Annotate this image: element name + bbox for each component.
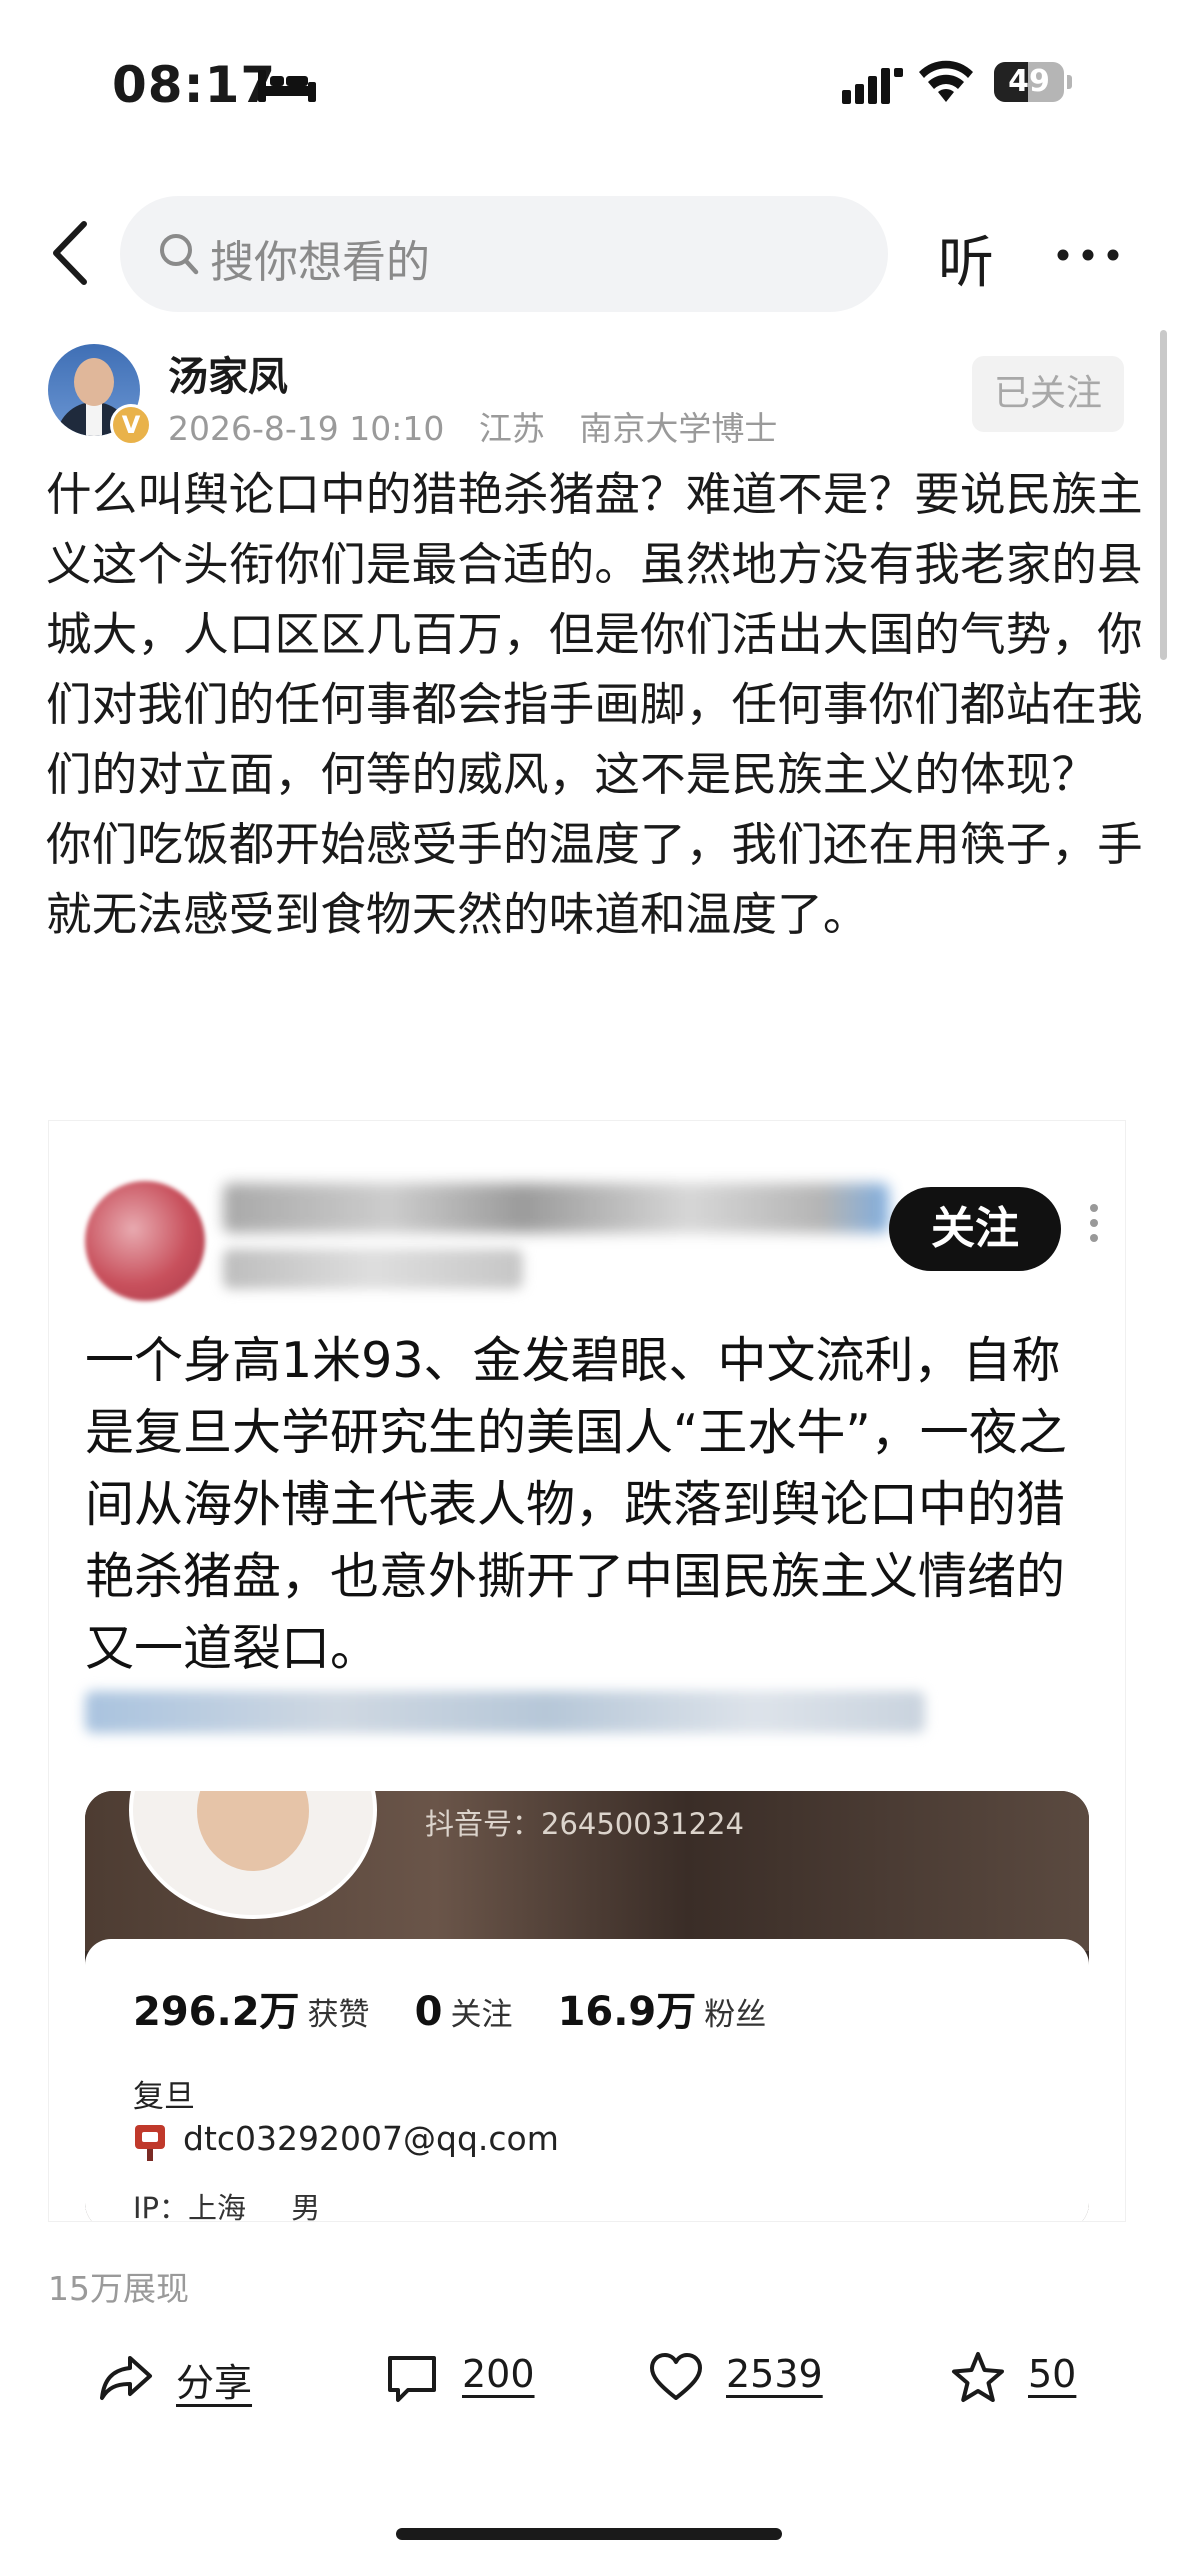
status-time: 08:17	[112, 56, 277, 114]
favorite-count: 50	[1028, 2352, 1077, 2396]
verified-badge: V	[110, 404, 152, 446]
likes-label: 获赞	[307, 1997, 370, 2033]
more-options-icon[interactable]	[1056, 248, 1120, 262]
following-count: 0	[414, 1989, 443, 2035]
battery-icon: 49	[994, 62, 1074, 102]
mailbox-icon	[135, 2125, 165, 2161]
likes-count: 296.2万	[133, 1989, 300, 2035]
embed-link-blurred	[85, 1691, 925, 1733]
post-paragraph: 你们吃饭都开始感受手的温度了，我们还在用筷子，手就无法感受到食物天然的味道和温度…	[46, 818, 1143, 941]
bed-icon	[258, 70, 316, 102]
embed-avatar-blurred	[85, 1181, 205, 1301]
search-input[interactable]: 搜你想看的	[120, 196, 888, 312]
impressions-count: 15万展现	[48, 2269, 189, 2308]
profile-gender: 男	[291, 2191, 321, 2221]
post-body: 什么叫舆论口中的猎艳杀猪盘？难道不是？要说民族主义这个头衔你们是最合适的。虽然地…	[46, 460, 1146, 950]
like-count: 2539	[726, 2352, 823, 2396]
battery-level: 49	[1008, 64, 1050, 99]
following-label: 关注	[450, 1997, 513, 2033]
douyin-id: 抖音号：26450031224	[425, 1807, 744, 1841]
share-label: 分享	[176, 2361, 253, 2405]
post-meta: 2026-8-19 10:10 江苏 南京大学博士	[168, 402, 801, 450]
profile-card: 抖音号：26450031224 296.2万 获赞 0 关注 16.9万 粉丝 复旦 …	[85, 1791, 1089, 2221]
embedded-image[interactable]: 关注 一个身高1米93、金发碧眼、中文流利，自称是复旦大学研究生的美国人“王水牛…	[48, 1120, 1126, 2222]
post-date: 2026-8-19 10:10	[168, 409, 445, 448]
home-indicator[interactable]	[396, 2528, 782, 2540]
profile-ip: IP：上海	[133, 2191, 247, 2221]
back-icon[interactable]	[44, 218, 104, 288]
share-icon	[100, 2356, 152, 2400]
search-icon	[160, 234, 199, 275]
profile-tags: IP：上海 男	[133, 2185, 356, 2221]
cellular-signal-icon	[842, 68, 903, 104]
comment-icon	[388, 2356, 436, 2402]
post-paragraph: 什么叫舆论口中的猎艳杀猪盘？难道不是？要说民族主义这个头衔你们是最合适的。虽然地…	[46, 468, 1143, 801]
embed-username-blurred	[223, 1183, 889, 1233]
status-bar: 08:17 49	[0, 0, 1179, 170]
star-icon	[952, 2352, 1004, 2402]
listen-button[interactable]: 听	[938, 218, 994, 299]
wifi-icon	[919, 60, 973, 102]
author-title: 南京大学博士	[579, 409, 778, 448]
heart-icon	[650, 2353, 702, 2400]
profile-school: 复旦	[133, 2079, 195, 2115]
author-name[interactable]: 汤家凤	[168, 344, 288, 402]
comment-button[interactable]: 200	[384, 2342, 554, 2422]
search-placeholder: 搜你想看的	[210, 237, 430, 288]
profile-email: dtc03292007@qq.com	[183, 2119, 559, 2158]
embed-text: 一个身高1米93、金发碧眼、中文流利，自称是复旦大学研究生的美国人“王水牛”，一…	[85, 1332, 1067, 1677]
scrollbar[interactable]	[1160, 330, 1167, 660]
profile-stats: 296.2万 获赞 0 关注 16.9万 粉丝	[133, 1979, 806, 2037]
post-location: 江苏	[478, 409, 545, 448]
fans-label: 粉丝	[704, 1997, 767, 2033]
following-button[interactable]: 已关注	[972, 356, 1124, 432]
comment-count: 200	[462, 2352, 535, 2396]
embed-follow-button: 关注	[889, 1187, 1061, 1271]
embed-more-icon	[1090, 1204, 1098, 1242]
profile-panel: 296.2万 获赞 0 关注 16.9万 粉丝 复旦 dtc03292007@qq.c…	[85, 1939, 1089, 2221]
favorite-button[interactable]: 50	[950, 2342, 1090, 2422]
like-button[interactable]: 2539	[648, 2342, 848, 2422]
fans-count: 16.9万	[557, 1989, 697, 2035]
share-button[interactable]: 分享	[98, 2342, 268, 2422]
embed-handle-blurred	[223, 1249, 523, 1289]
